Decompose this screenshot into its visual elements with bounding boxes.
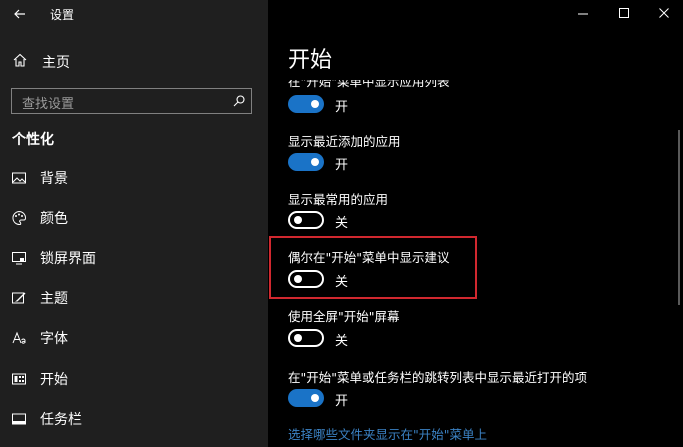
sidebar-item-label: 开始 xyxy=(40,372,68,388)
minimize-icon[interactable] xyxy=(571,2,595,24)
sidebar-item-label: 任务栏 xyxy=(40,412,82,428)
toggle-fullscreen-start[interactable] xyxy=(288,329,324,347)
home-icon xyxy=(12,52,28,72)
toggle-knob xyxy=(311,394,319,402)
sidebar-item-taskbar[interactable]: 任务栏 xyxy=(0,399,268,439)
sidebar-item-lockscreen[interactable]: 锁屏界面 xyxy=(0,238,268,278)
search-placeholder: 查找设置 xyxy=(22,97,75,112)
setting-label: 偶尔在"开始"菜单中显示建议 xyxy=(288,250,450,265)
toggle-knob xyxy=(294,216,302,224)
toggle-suggestions[interactable] xyxy=(288,270,324,288)
sidebar-item-themes[interactable]: 主题 xyxy=(0,278,268,318)
sidebar-item-start[interactable]: 开始 xyxy=(0,359,268,399)
toggle-knob xyxy=(294,275,302,283)
sidebar-item-label: 颜色 xyxy=(40,211,68,227)
palette-icon xyxy=(11,210,27,226)
sidebar-item-home[interactable]: 主页 xyxy=(12,50,252,74)
window-title: 设置 xyxy=(50,8,75,22)
setting-label: 在"开始"菜单或任务栏的跳转列表中显示最近打开的项 xyxy=(288,370,588,385)
toggle-state: 开 xyxy=(335,158,349,173)
font-icon xyxy=(11,330,27,346)
maximize-icon[interactable] xyxy=(612,2,636,24)
toggle-state: 开 xyxy=(335,394,349,409)
toggle-knob xyxy=(294,334,302,342)
toggle-recently-added[interactable] xyxy=(288,153,324,171)
sidebar-item-background[interactable]: 背景 xyxy=(0,158,268,198)
highlight-box xyxy=(269,236,477,299)
toggle-show-app-list[interactable] xyxy=(288,95,324,113)
taskbar-icon xyxy=(11,411,27,427)
main-content: 开始 在"开始"菜单中显示应用列表 开 显示最近添加的应用 开 显示最常用的应用… xyxy=(268,0,683,447)
search-input[interactable]: 查找设置 xyxy=(11,88,252,114)
theme-brush-icon xyxy=(11,290,27,306)
sidebar-item-label: 字体 xyxy=(40,331,68,347)
toggle-state: 开 xyxy=(335,100,349,115)
setting-label: 显示最常用的应用 xyxy=(288,192,389,207)
setting-label: 显示最近添加的应用 xyxy=(288,134,401,149)
page-title: 开始 xyxy=(288,48,333,73)
search-icon[interactable] xyxy=(231,93,247,109)
sidebar-item-label: 主题 xyxy=(40,291,68,307)
sidebar-item-colors[interactable]: 颜色 xyxy=(0,198,268,238)
home-label: 主页 xyxy=(42,55,70,71)
setting-label: 在"开始"菜单中显示应用列表 xyxy=(288,80,450,88)
toggle-knob xyxy=(311,100,319,108)
section-title: 个性化 xyxy=(12,132,54,148)
sidebar-item-fonts[interactable]: 字体 xyxy=(0,318,268,358)
picture-icon xyxy=(11,170,27,186)
setting-label: 使用全屏"开始"屏幕 xyxy=(288,309,400,324)
sidebar: 设置 主页 查找设置 个性化 背景 颜色 锁屏界面 主题 字体 开始 任务栏 xyxy=(0,0,268,447)
scrollbar[interactable] xyxy=(678,130,680,305)
close-icon[interactable] xyxy=(652,2,676,24)
start-menu-icon xyxy=(11,371,27,387)
clipped-setting-wrapper: 在"开始"菜单中显示应用列表 xyxy=(268,80,668,88)
sidebar-item-label: 背景 xyxy=(40,171,68,187)
toggle-state: 关 xyxy=(335,275,349,290)
choose-folders-link[interactable]: 选择哪些文件夹显示在"开始"菜单上 xyxy=(288,424,487,443)
toggle-most-used[interactable] xyxy=(288,211,324,229)
lock-screen-icon xyxy=(11,250,27,266)
toggle-state: 关 xyxy=(335,216,349,231)
toggle-knob xyxy=(311,158,319,166)
toggle-state: 关 xyxy=(335,334,349,349)
sidebar-item-label: 锁屏界面 xyxy=(40,251,96,267)
toggle-jump-lists[interactable] xyxy=(288,389,324,407)
back-arrow-icon[interactable] xyxy=(10,4,30,24)
